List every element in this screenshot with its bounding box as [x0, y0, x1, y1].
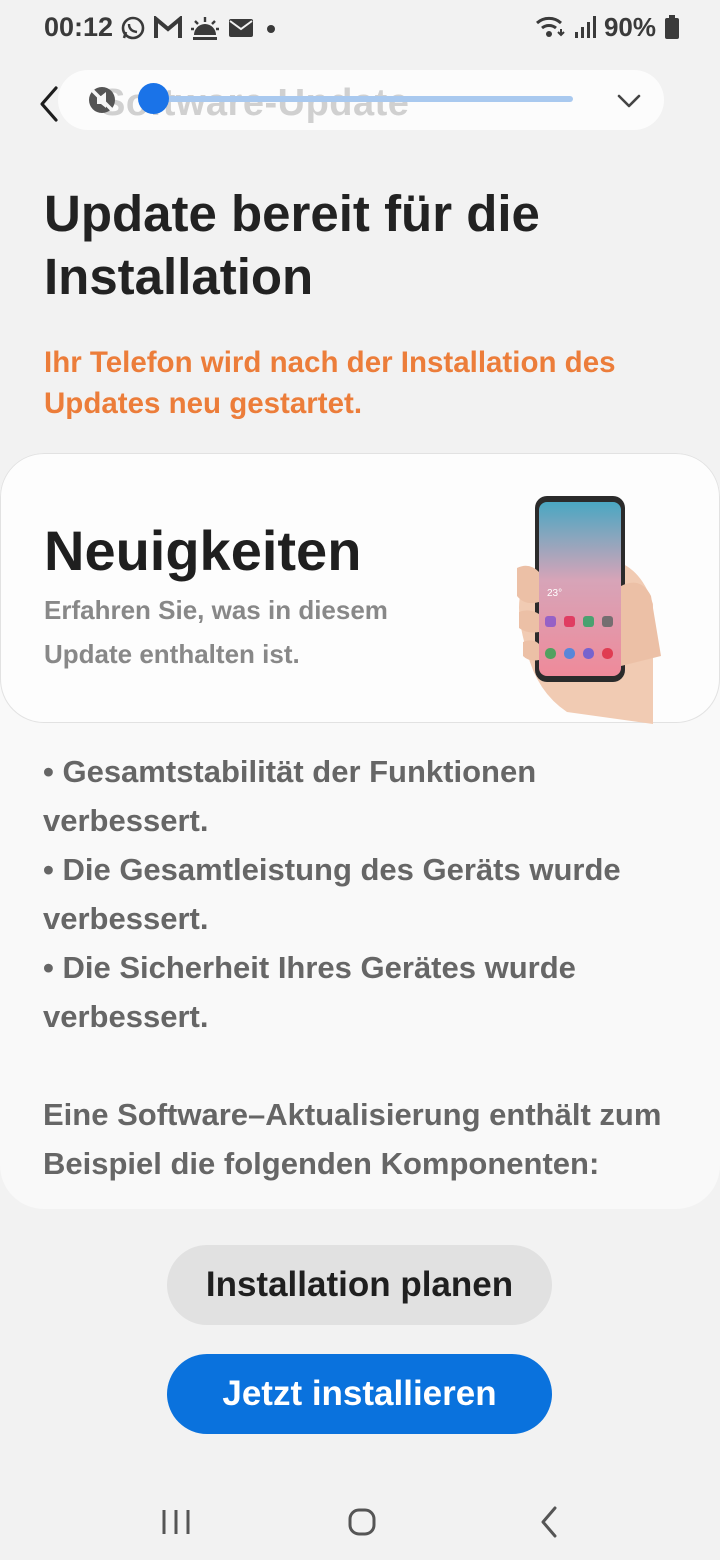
phone-screen-temp: 23°	[547, 588, 562, 599]
chevron-down-icon[interactable]	[614, 86, 644, 116]
nav-back-icon[interactable]	[530, 1502, 570, 1542]
seek-thumb[interactable]	[138, 83, 169, 114]
mail-icon	[229, 19, 253, 37]
release-notes-card[interactable]: Neuigkeiten Erfahren Sie, was in diesem …	[0, 453, 720, 1209]
status-bar: 00:12 90%	[0, 0, 720, 56]
battery-percent: 90%	[603, 11, 656, 42]
whats-new-subtitle: Erfahren Sie, was in diesem Update entha…	[44, 595, 388, 669]
phone-illustration: 23°	[517, 496, 661, 724]
whatsapp-icon	[121, 16, 145, 40]
note-extra: Eine Software–Aktualisierung enthält zum…	[43, 1097, 662, 1181]
dot-icon	[267, 25, 275, 33]
wifi-icon	[535, 16, 565, 37]
weather-icon	[191, 17, 219, 40]
recents-icon[interactable]	[156, 1502, 196, 1542]
status-time: 00:12	[44, 12, 114, 42]
page-heading: Update bereit für die Installation	[44, 185, 540, 305]
whats-new-title: Neuigkeiten	[44, 519, 362, 582]
whats-new-header: Neuigkeiten Erfahren Sie, was in diesem …	[0, 453, 720, 724]
system-icons: 90%	[534, 12, 680, 42]
release-notes: • Gesamtstabilität der Funktionen verbes…	[43, 747, 683, 1188]
seek-track	[150, 96, 573, 102]
battery-icon	[665, 15, 679, 39]
schedule-install-button[interactable]: Installation planen	[167, 1245, 552, 1325]
note-item: • Die Sicherheit Ihres Gerätes wurde ver…	[43, 950, 576, 1034]
note-item: • Die Gesamtleistung des Geräts wurde ve…	[43, 852, 621, 936]
signal-icon	[574, 16, 596, 38]
install-now-button[interactable]: Jetzt installieren	[167, 1354, 552, 1434]
restart-warning: Ihr Telefon wird nach der Installation d…	[44, 346, 616, 420]
notification-icons	[120, 14, 280, 42]
gmail-icon	[154, 16, 182, 38]
home-icon[interactable]	[342, 1502, 382, 1542]
navigation-bar	[0, 1480, 720, 1560]
mute-icon[interactable]	[86, 84, 118, 116]
note-item: • Gesamtstabilität der Funktionen verbes…	[43, 754, 537, 838]
